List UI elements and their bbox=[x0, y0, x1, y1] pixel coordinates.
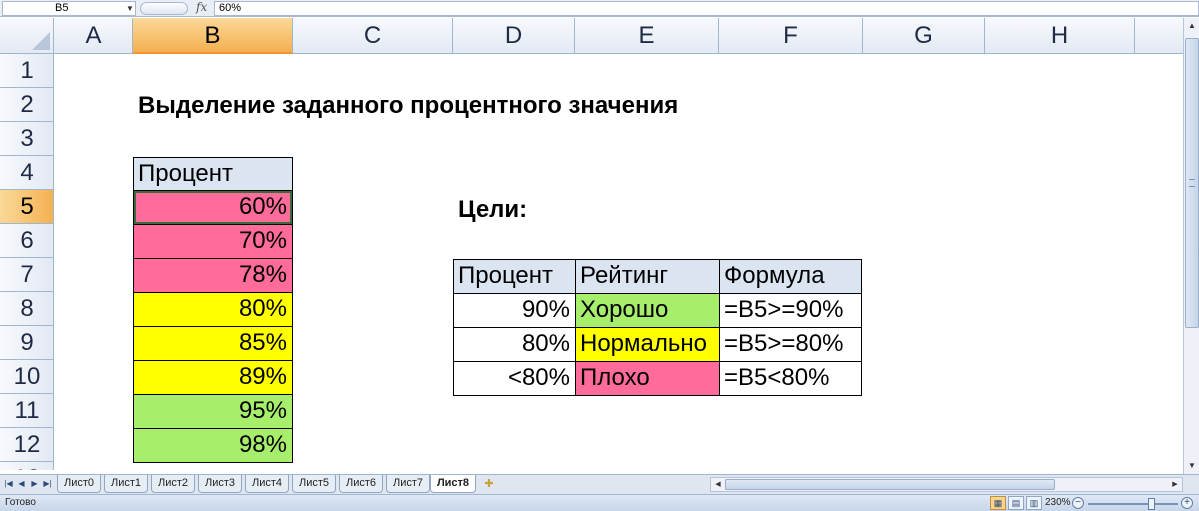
row-header-13[interactable]: 13 bbox=[0, 462, 53, 470]
goals-rating-cell[interactable]: Нормально bbox=[575, 327, 720, 362]
percent-cell-b11[interactable]: 95% bbox=[133, 394, 293, 429]
goals-rating-cell[interactable]: Хорошо bbox=[575, 293, 720, 328]
row-header-8[interactable]: 8 bbox=[0, 292, 53, 326]
sheet-tab[interactable]: Лист3 bbox=[198, 475, 242, 493]
vertical-scrollbar[interactable]: ▲ ▼ bbox=[1183, 18, 1199, 474]
column-header-a[interactable]: A bbox=[55, 18, 133, 54]
row-header-11[interactable]: 11 bbox=[0, 394, 53, 428]
column-header-h[interactable]: H bbox=[985, 18, 1135, 54]
insert-function-icon[interactable]: fx bbox=[196, 0, 207, 14]
sheet-tab-active[interactable]: Лист8 bbox=[430, 475, 476, 493]
column-header-c[interactable]: C bbox=[293, 18, 453, 54]
column-header-g[interactable]: G bbox=[863, 18, 985, 54]
formula-input[interactable]: 60% bbox=[214, 1, 1199, 16]
sheet-tab[interactable]: Лист0 bbox=[57, 475, 101, 493]
zoom-slider-thumb[interactable] bbox=[1148, 498, 1155, 510]
goals-percent-cell[interactable]: 80% bbox=[453, 327, 576, 362]
page-layout-view-icon[interactable]: ▤ bbox=[1008, 496, 1024, 510]
zoom-slider-track[interactable] bbox=[1088, 503, 1178, 505]
status-bar: Готово ▦ ▤ ▥ 230% − + bbox=[0, 494, 1199, 511]
first-sheet-icon[interactable]: |◀ bbox=[2, 477, 15, 491]
previous-sheet-icon[interactable]: ◀ bbox=[15, 477, 28, 491]
name-box[interactable]: B5 bbox=[2, 1, 136, 16]
sheet-tab[interactable]: Лист2 bbox=[151, 475, 195, 493]
percent-cell-b10[interactable]: 89% bbox=[133, 360, 293, 395]
row-header-10[interactable]: 10 bbox=[0, 360, 53, 394]
percent-cell-b5[interactable]: 60% bbox=[133, 190, 293, 225]
formula-bar-expand-handle[interactable] bbox=[140, 2, 188, 15]
column-header-bar: A B C D E F G H bbox=[0, 18, 1183, 54]
sheet-tab[interactable]: Лист7 bbox=[386, 475, 430, 493]
sheet-tab[interactable]: Лист4 bbox=[245, 475, 289, 493]
zoom-in-icon[interactable]: + bbox=[1181, 497, 1193, 509]
normal-view-icon[interactable]: ▦ bbox=[990, 496, 1006, 510]
scroll-down-arrow-icon[interactable]: ▼ bbox=[1185, 458, 1199, 474]
goals-label[interactable]: Цели: bbox=[458, 196, 527, 224]
goals-percent-cell[interactable]: <80% bbox=[453, 361, 576, 396]
formula-bar: B5 ▼ fx 60% bbox=[0, 0, 1199, 17]
worksheet-grid[interactable]: Выделение заданного процентного значения… bbox=[55, 54, 1183, 470]
status-text: Готово bbox=[5, 497, 36, 508]
percent-cell-b9[interactable]: 85% bbox=[133, 326, 293, 361]
row-header-bar: 1 2 3 4 5 6 7 8 9 10 11 12 13 bbox=[0, 54, 54, 470]
horizontal-scrollbar[interactable]: ◀ ▶ bbox=[710, 477, 1183, 492]
zoom-out-icon[interactable]: − bbox=[1072, 497, 1084, 509]
goals-header-formula[interactable]: Формула bbox=[719, 259, 862, 294]
row-header-6[interactable]: 6 bbox=[0, 224, 53, 258]
row-header-1[interactable]: 1 bbox=[0, 54, 53, 88]
scroll-right-arrow-icon[interactable]: ▶ bbox=[1169, 478, 1181, 491]
goals-header-rating[interactable]: Рейтинг bbox=[575, 259, 720, 294]
column-header-e[interactable]: E bbox=[575, 18, 719, 54]
percent-cell-b7[interactable]: 78% bbox=[133, 258, 293, 293]
goals-rating-cell[interactable]: Плохо bbox=[575, 361, 720, 396]
column-header-f[interactable]: F bbox=[719, 18, 863, 54]
select-all-button[interactable] bbox=[0, 18, 54, 54]
percent-cell-b8[interactable]: 80% bbox=[133, 292, 293, 327]
row-header-7[interactable]: 7 bbox=[0, 258, 53, 292]
sheet-tab[interactable]: Лист1 bbox=[104, 475, 148, 493]
last-sheet-icon[interactable]: ▶| bbox=[41, 477, 54, 491]
column-header-d[interactable]: D bbox=[453, 18, 575, 54]
goals-formula-cell[interactable]: =B5>=90% bbox=[719, 293, 862, 328]
row-header-12[interactable]: 12 bbox=[0, 428, 53, 462]
goals-formula-cell[interactable]: =B5>=80% bbox=[719, 327, 862, 362]
sheet-tab[interactable]: Лист6 bbox=[339, 475, 383, 493]
row-header-3[interactable]: 3 bbox=[0, 122, 53, 156]
column-header-b[interactable]: B bbox=[133, 18, 293, 54]
sheet-title[interactable]: Выделение заданного процентного значения bbox=[138, 92, 678, 120]
scroll-left-arrow-icon[interactable]: ◀ bbox=[712, 478, 724, 491]
scroll-up-arrow-icon[interactable]: ▲ bbox=[1185, 18, 1199, 34]
horizontal-scroll-thumb[interactable] bbox=[725, 479, 1055, 490]
row-header-2[interactable]: 2 bbox=[0, 88, 53, 122]
percent-cell-b6[interactable]: 70% bbox=[133, 224, 293, 259]
sheet-tab-bar: |◀ ◀ ▶ ▶| Лист0 Лист1 Лист2 Лист3 Лист4 … bbox=[0, 474, 1199, 494]
insert-sheet-icon[interactable]: ✚ bbox=[478, 476, 500, 492]
row-header-9[interactable]: 9 bbox=[0, 326, 53, 360]
row-header-4[interactable]: 4 bbox=[0, 156, 53, 190]
vertical-scroll-thumb[interactable] bbox=[1185, 38, 1199, 328]
goals-formula-cell[interactable]: =B5<80% bbox=[719, 361, 862, 396]
select-all-triangle-icon bbox=[32, 32, 50, 50]
next-sheet-icon[interactable]: ▶ bbox=[28, 477, 41, 491]
percent-column-header[interactable]: Процент bbox=[133, 157, 293, 191]
grip-icon bbox=[1189, 179, 1195, 187]
percent-cell-b12[interactable]: 98% bbox=[133, 428, 293, 463]
row-header-5[interactable]: 5 bbox=[0, 190, 53, 224]
goals-percent-cell[interactable]: 90% bbox=[453, 293, 576, 328]
chevron-down-icon[interactable]: ▼ bbox=[126, 4, 134, 13]
goals-header-percent[interactable]: Процент bbox=[453, 259, 576, 294]
page-break-view-icon[interactable]: ▥ bbox=[1026, 496, 1042, 510]
sheet-tab[interactable]: Лист5 bbox=[292, 475, 336, 493]
zoom-level[interactable]: 230% bbox=[1045, 495, 1071, 511]
